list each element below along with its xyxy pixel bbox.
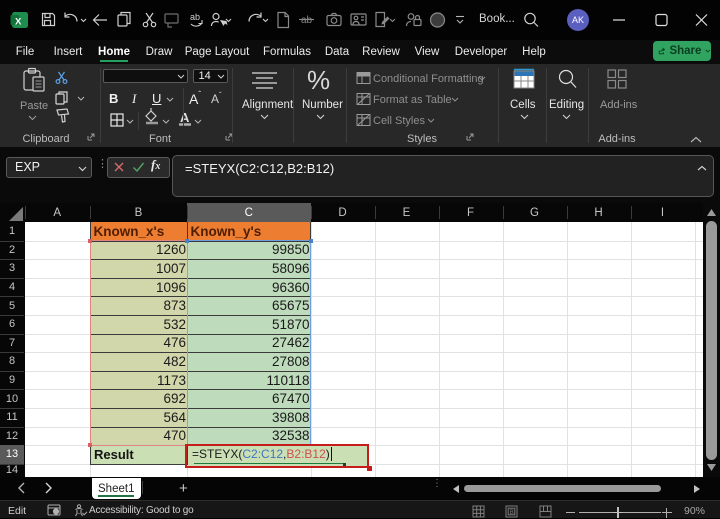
svg-text:ab: ab <box>190 12 200 22</box>
svg-text:X: X <box>15 17 22 28</box>
svg-text:B: B <box>510 510 514 516</box>
svg-text:ab: ab <box>301 15 313 26</box>
svg-text:A: A <box>180 110 190 125</box>
